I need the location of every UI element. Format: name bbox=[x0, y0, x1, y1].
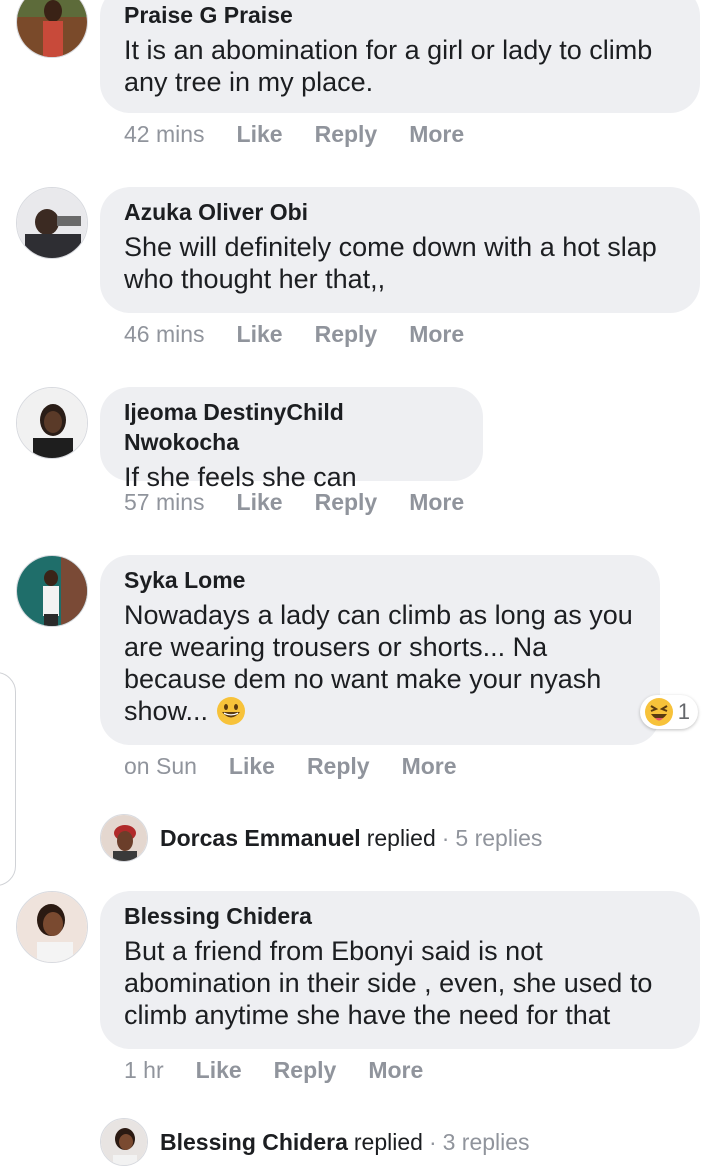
comment-text: But a friend from Ebonyi said is not abo… bbox=[124, 936, 653, 1030]
comment-author[interactable]: Ijeoma DestinyChild Nwokocha bbox=[124, 397, 459, 457]
reaction-count: 1 bbox=[677, 699, 690, 724]
reply-author[interactable]: Dorcas Emmanuel bbox=[160, 825, 361, 852]
more-button[interactable]: More bbox=[409, 489, 464, 516]
reply-button[interactable]: Reply bbox=[274, 1057, 337, 1084]
comment-actions: 1 hr Like Reply More bbox=[124, 1057, 455, 1084]
comment-time[interactable]: 1 hr bbox=[124, 1057, 164, 1084]
like-button[interactable]: Like bbox=[196, 1057, 242, 1084]
like-button[interactable]: Like bbox=[229, 753, 275, 780]
comment-text: Nowadays a lady can climb as long as you… bbox=[124, 599, 634, 727]
reply-verb: replied bbox=[353, 1128, 423, 1155]
replies-preview[interactable]: Dorcas Emmanuel replied · 5 replies bbox=[100, 814, 542, 862]
comment-text: She will definitely come down with a hot… bbox=[124, 232, 657, 294]
like-button[interactable]: Like bbox=[237, 121, 283, 148]
avatar[interactable] bbox=[16, 0, 88, 58]
comment-time[interactable]: 42 mins bbox=[124, 121, 205, 148]
separator-dot: · bbox=[428, 1128, 437, 1155]
reply-button[interactable]: Reply bbox=[315, 489, 378, 516]
comment-author[interactable]: Blessing Chidera bbox=[124, 901, 676, 931]
reply-avatar bbox=[100, 1118, 148, 1166]
reply-button[interactable]: Reply bbox=[315, 121, 378, 148]
separator-dot: · bbox=[441, 824, 450, 851]
comment-actions: 42 mins Like Reply More bbox=[124, 121, 496, 148]
avatar[interactable] bbox=[16, 187, 88, 259]
avatar[interactable] bbox=[16, 387, 88, 459]
grinning-emoji-icon bbox=[216, 697, 245, 725]
side-card-edge bbox=[0, 672, 16, 886]
comment-bubble[interactable]: Azuka Oliver Obi She will definitely com… bbox=[100, 187, 700, 313]
reply-count[interactable]: 3 replies bbox=[443, 1129, 530, 1156]
avatar-photo bbox=[17, 556, 87, 626]
comment-author[interactable]: Syka Lome bbox=[124, 565, 636, 595]
reaction-badge[interactable]: 1 bbox=[639, 695, 698, 729]
avatar-photo bbox=[17, 188, 87, 258]
reply-count[interactable]: 5 replies bbox=[455, 825, 542, 852]
comment-author[interactable]: Azuka Oliver Obi bbox=[124, 197, 676, 227]
reply-button[interactable]: Reply bbox=[315, 321, 378, 348]
avatar[interactable] bbox=[16, 555, 88, 627]
reply-avatar bbox=[100, 814, 148, 862]
comment-bubble[interactable]: Ijeoma DestinyChild Nwokocha If she feel… bbox=[100, 387, 483, 492]
comment-text: It is an abomination for a girl or lady … bbox=[124, 35, 653, 97]
comment-text-content: Nowadays a lady can climb as long as you… bbox=[124, 600, 633, 726]
like-button[interactable]: Like bbox=[237, 321, 283, 348]
more-button[interactable]: More bbox=[409, 321, 464, 348]
reply-button[interactable]: Reply bbox=[307, 753, 370, 780]
avatar-photo bbox=[101, 815, 147, 861]
avatar-photo bbox=[101, 1119, 147, 1165]
comment-actions: on Sun Like Reply More bbox=[124, 753, 489, 780]
reply-author[interactable]: Blessing Chidera bbox=[160, 1129, 348, 1156]
avatar-photo bbox=[17, 0, 87, 57]
replies-preview[interactable]: Blessing Chidera replied · 3 replies bbox=[100, 1118, 530, 1166]
avatar-photo bbox=[17, 388, 87, 458]
comment-bubble[interactable]: Blessing Chidera But a friend from Ebony… bbox=[100, 891, 700, 1049]
like-button[interactable]: Like bbox=[237, 489, 283, 516]
avatar[interactable] bbox=[16, 891, 88, 963]
comment-bubble[interactable]: Syka Lome Nowadays a lady can climb as l… bbox=[100, 555, 660, 745]
more-button[interactable]: More bbox=[368, 1057, 423, 1084]
haha-reaction-icon bbox=[644, 698, 673, 726]
more-button[interactable]: More bbox=[409, 121, 464, 148]
avatar-photo bbox=[17, 892, 87, 962]
comment-time[interactable]: 46 mins bbox=[124, 321, 205, 348]
comment-bubble[interactable]: Praise G Praise It is an abomination for… bbox=[100, 0, 700, 113]
more-button[interactable]: More bbox=[402, 753, 457, 780]
comment-time[interactable]: 57 mins bbox=[124, 489, 205, 516]
comment-author[interactable]: Praise G Praise bbox=[124, 0, 676, 30]
comment-actions: 57 mins Like Reply More bbox=[124, 489, 496, 516]
comment-time[interactable]: on Sun bbox=[124, 753, 197, 780]
reply-verb: replied bbox=[366, 824, 436, 851]
comment-actions: 46 mins Like Reply More bbox=[124, 321, 496, 348]
